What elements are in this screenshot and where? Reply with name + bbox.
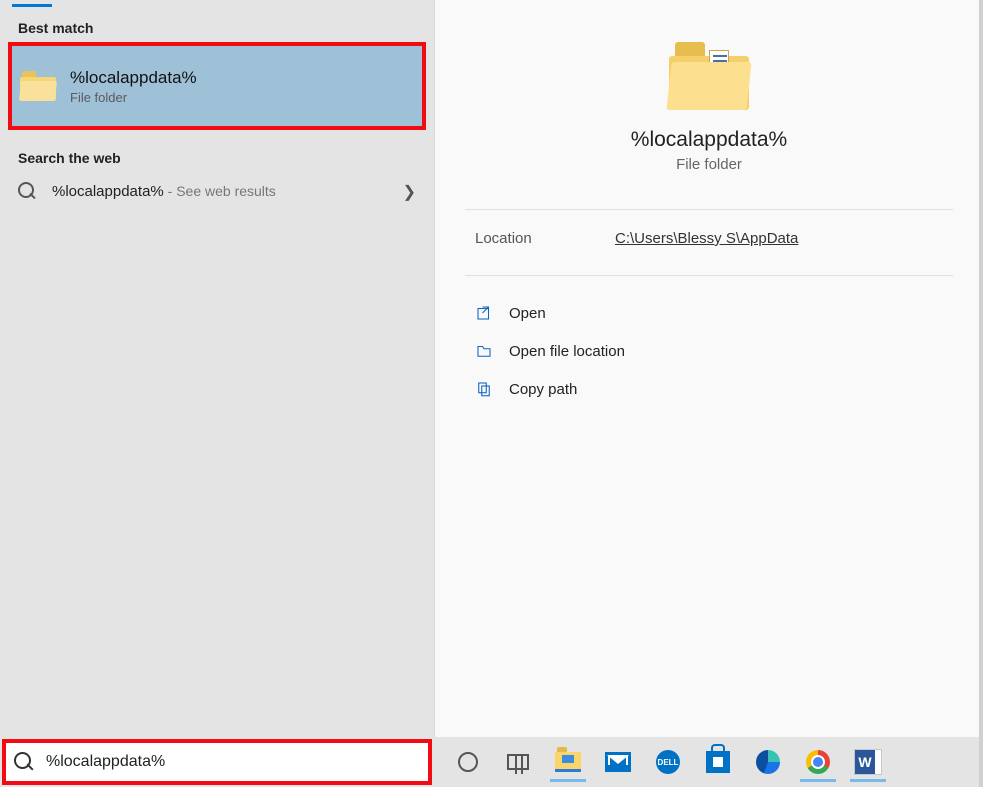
search-web-section-label: Search the web (0, 140, 434, 172)
windows-search-panel: Best match %localappdata% File folder Se… (0, 0, 983, 787)
main-area: Best match %localappdata% File folder Se… (0, 0, 983, 737)
taskbar-search-box[interactable] (2, 739, 432, 785)
search-input[interactable] (46, 753, 420, 771)
location-row: Location C:\Users\Blessy S\AppData (465, 230, 953, 275)
preview-subtitle: File folder (676, 156, 742, 173)
open-file-location-label: Open file location (509, 343, 625, 360)
folder-icon (20, 71, 56, 101)
microsoft-store-button[interactable] (694, 742, 742, 782)
chrome-icon (806, 750, 830, 774)
dell-app-button[interactable]: DELL (644, 742, 692, 782)
folder-location-icon (475, 342, 493, 360)
divider (465, 209, 953, 210)
best-match-title: %localappdata% (70, 68, 197, 88)
divider (465, 275, 953, 276)
mail-app-button[interactable] (594, 742, 642, 782)
best-match-section-label: Best match (0, 10, 434, 42)
copy-icon (475, 380, 493, 398)
scrollbar[interactable] (979, 0, 983, 787)
copy-path-label: Copy path (509, 381, 577, 398)
taskbar: DELL W (0, 737, 983, 787)
task-view-icon (507, 754, 529, 770)
copy-path-action[interactable]: Copy path (465, 372, 953, 406)
task-view-button[interactable] (494, 742, 542, 782)
best-match-subtitle: File folder (70, 90, 197, 105)
location-path-link[interactable]: C:\Users\Blessy S\AppData (615, 230, 798, 247)
cortana-icon (458, 752, 478, 772)
web-result-title: %localappdata% (52, 183, 164, 200)
action-list: Open Open file location Copy path (465, 296, 953, 406)
web-search-result[interactable]: %localappdata% - See web results ❯ (0, 172, 434, 212)
open-icon (475, 304, 493, 322)
file-explorer-icon (555, 752, 581, 772)
dell-icon: DELL (656, 750, 680, 774)
chevron-right-icon: ❯ (403, 182, 416, 202)
preview-title: %localappdata% (631, 128, 787, 152)
web-result-suffix: - See web results (164, 183, 276, 199)
search-results-pane: Best match %localappdata% File folder Se… (0, 0, 435, 737)
web-result-text: %localappdata% - See web results (52, 183, 276, 201)
taskbar-icons: DELL W (434, 742, 892, 782)
edge-icon (756, 750, 780, 774)
search-icon (18, 182, 38, 202)
edge-browser-button[interactable] (744, 742, 792, 782)
chrome-browser-button[interactable] (794, 742, 842, 782)
open-action-label: Open (509, 305, 546, 322)
word-app-button[interactable]: W (844, 742, 892, 782)
folder-icon-large (669, 40, 749, 110)
cortana-button[interactable] (444, 742, 492, 782)
file-explorer-button[interactable] (544, 742, 592, 782)
open-action[interactable]: Open (465, 296, 953, 330)
word-icon: W (855, 750, 881, 774)
best-match-text: %localappdata% File folder (70, 68, 197, 105)
search-icon (14, 751, 36, 773)
store-icon (706, 751, 730, 773)
location-label: Location (475, 230, 575, 247)
open-file-location-action[interactable]: Open file location (465, 334, 953, 368)
mail-icon (605, 752, 631, 772)
scope-tab-active-indicator (12, 4, 52, 7)
best-match-result[interactable]: %localappdata% File folder (8, 42, 426, 130)
preview-pane: %localappdata% File folder Location C:\U… (435, 0, 983, 737)
